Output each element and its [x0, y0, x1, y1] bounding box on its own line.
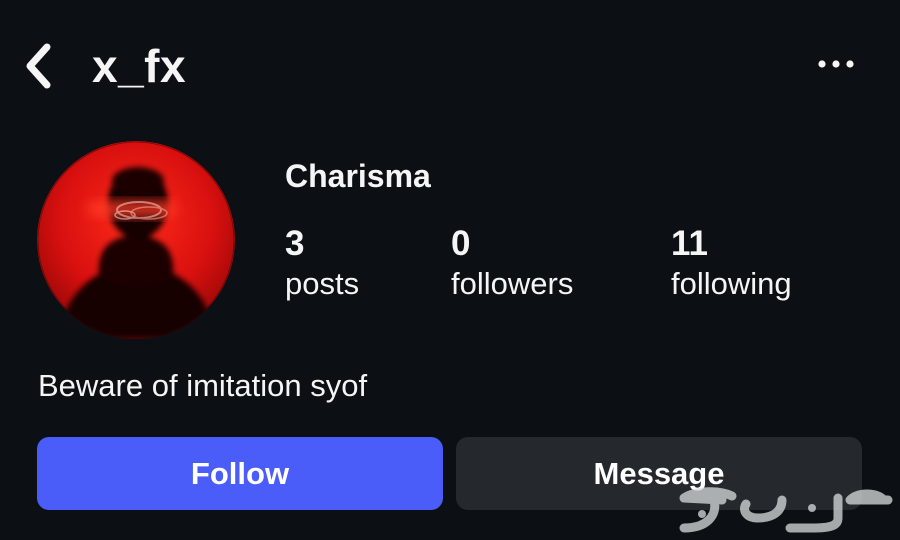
avatar[interactable] — [37, 141, 235, 339]
watermark-logo — [662, 478, 896, 536]
followers-stat[interactable]: 0 followers — [451, 222, 573, 304]
posts-label: posts — [285, 266, 360, 301]
following-label: following — [671, 266, 792, 301]
back-button[interactable] — [14, 38, 62, 94]
top-bar: x_fx — [0, 0, 900, 130]
chevron-left-icon — [26, 43, 51, 89]
posts-count: 3 — [285, 224, 305, 263]
following-stat[interactable]: 11 following — [671, 222, 792, 304]
following-count: 11 — [671, 224, 708, 263]
followers-label: followers — [451, 266, 574, 301]
follow-button[interactable]: Follow — [37, 437, 443, 510]
more-options-button[interactable] — [810, 46, 862, 82]
avatar-photo — [37, 141, 235, 339]
profile-display-name: Charisma — [285, 158, 431, 194]
posts-stat[interactable]: 3 posts — [285, 222, 359, 304]
haraj-logo-icon — [679, 487, 893, 533]
profile-username: x_fx — [92, 40, 187, 92]
more-horizontal-icon — [818, 60, 854, 68]
profile-bio: Beware of imitation syof — [38, 368, 368, 403]
followers-count: 0 — [451, 224, 471, 263]
